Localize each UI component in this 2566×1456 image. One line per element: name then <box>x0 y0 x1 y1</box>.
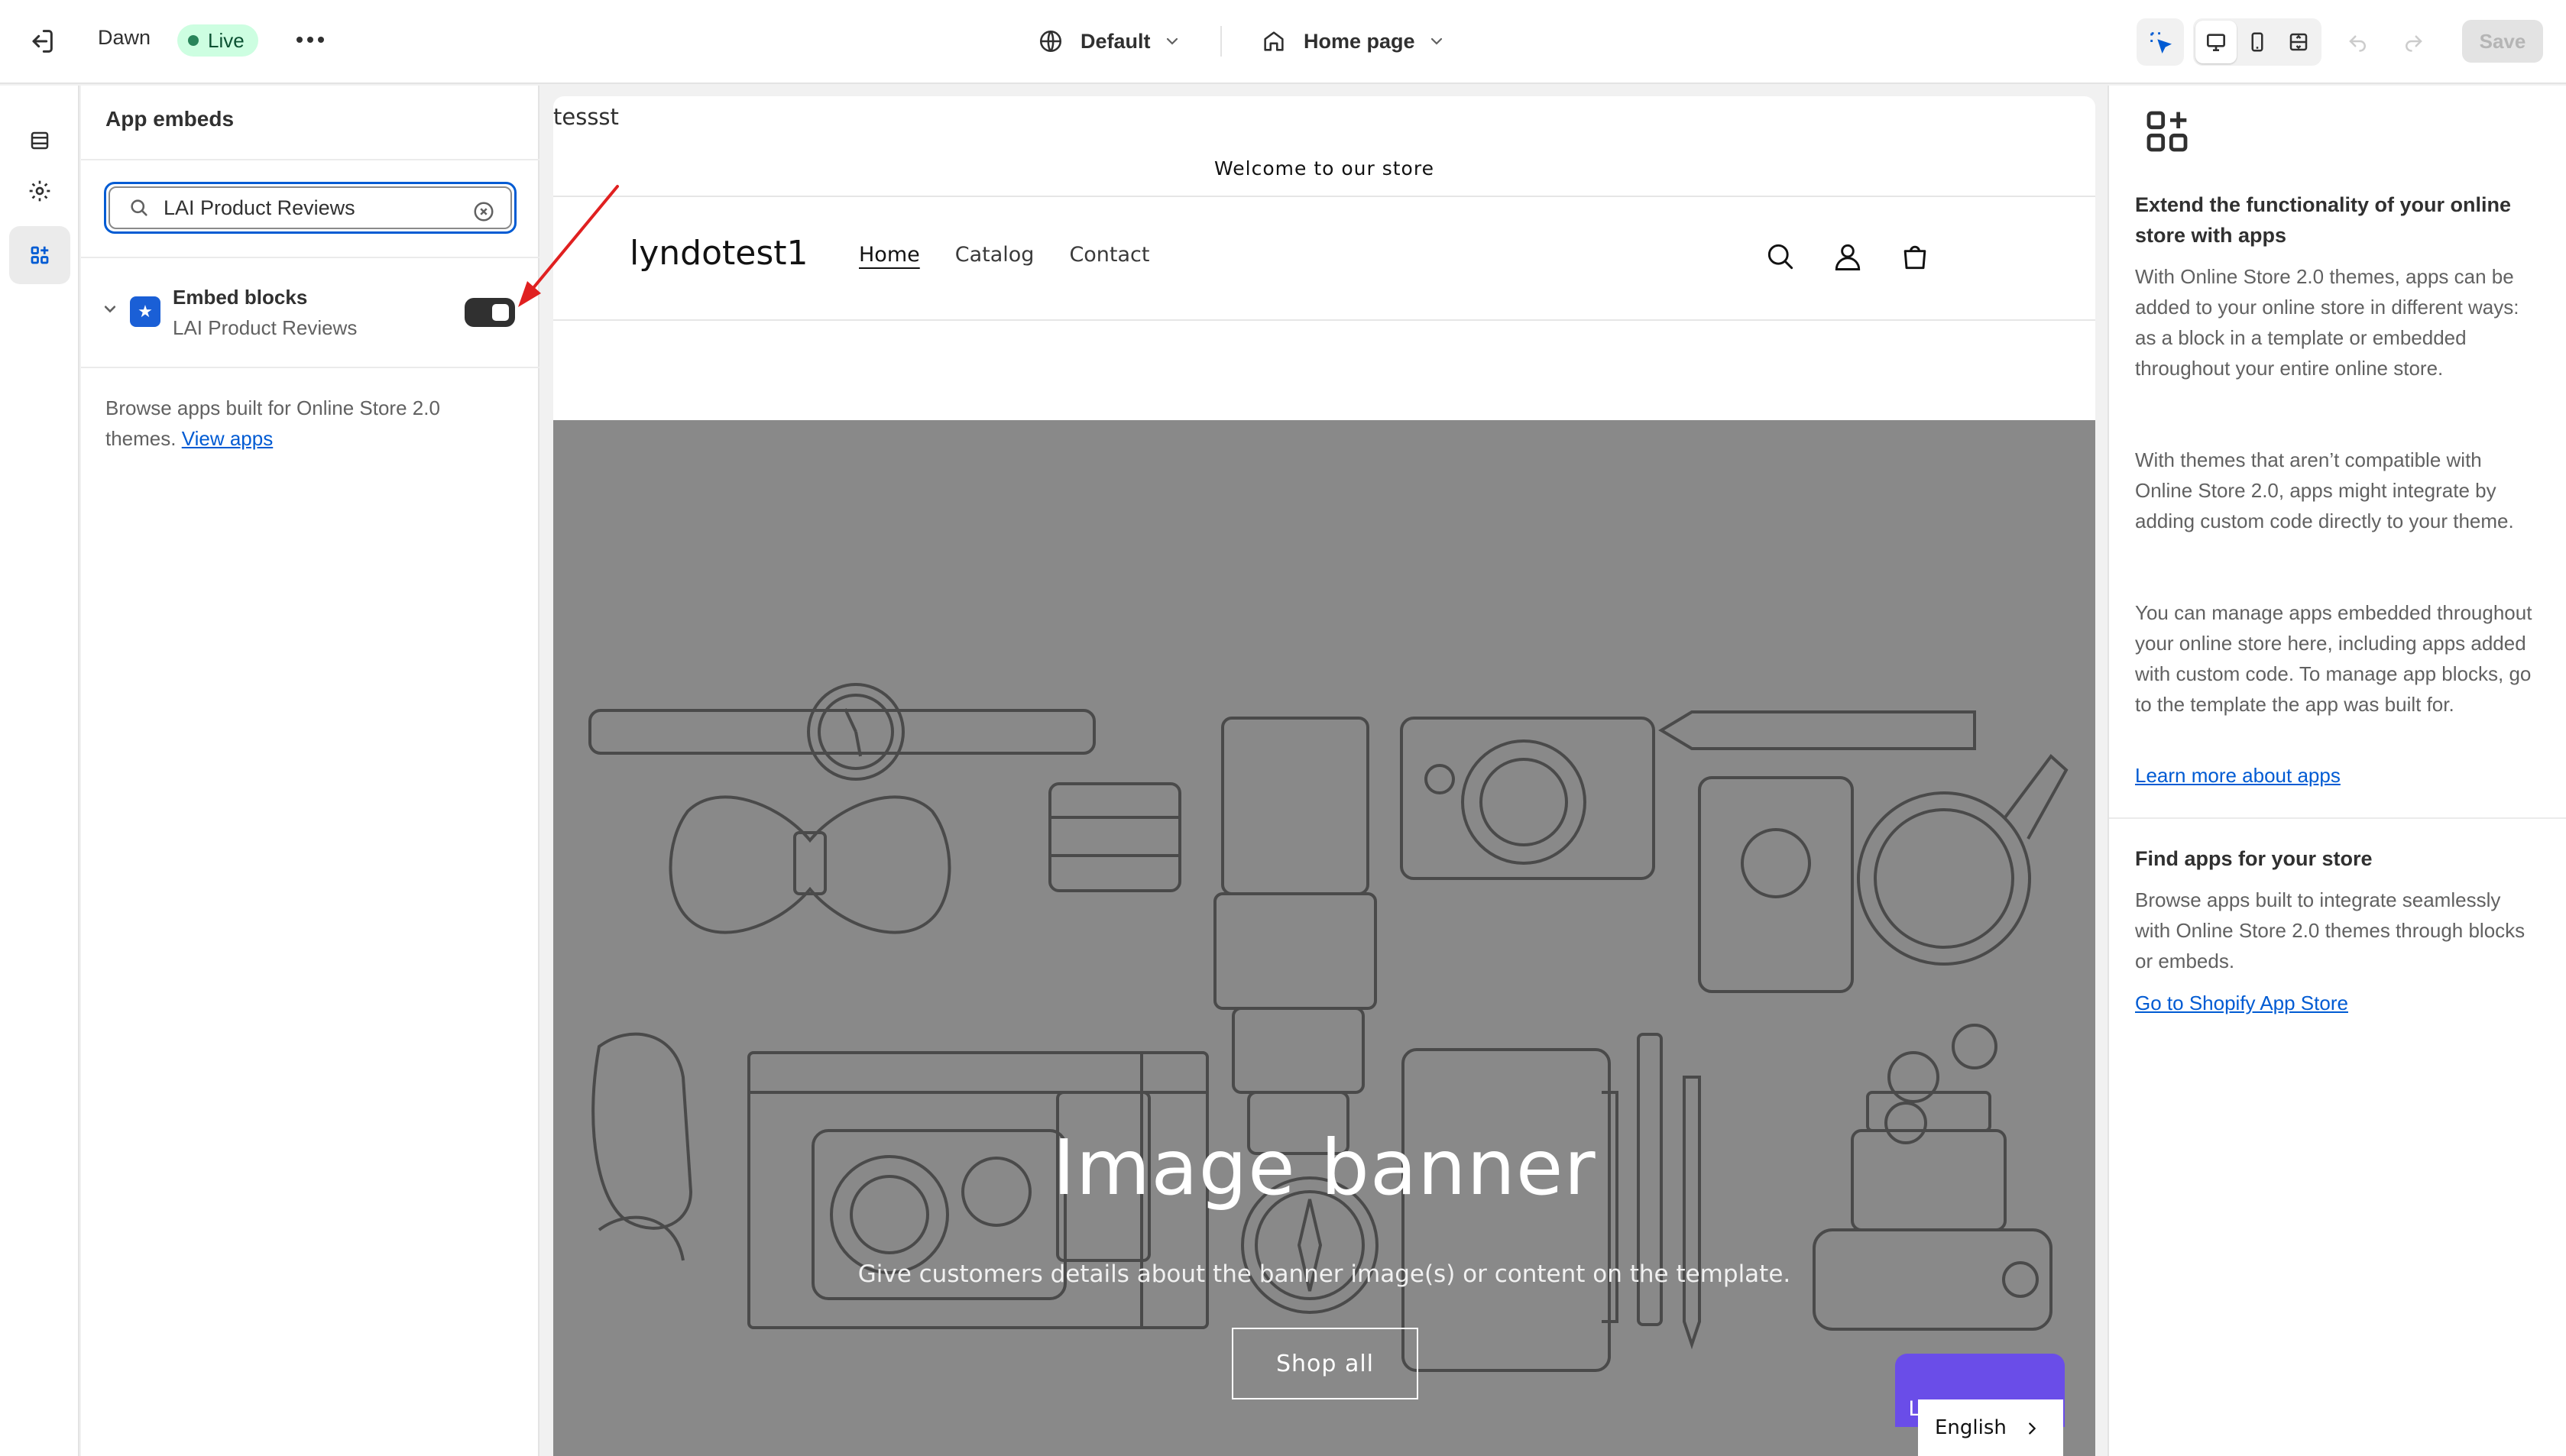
main-nav: Home Catalog Contact <box>859 243 1149 267</box>
search-icon <box>131 199 147 216</box>
status-badge: Live <box>177 24 258 57</box>
chevron-down-icon <box>1430 37 1442 45</box>
apps-icon <box>31 246 49 264</box>
status-badge-label: Live <box>208 28 245 52</box>
inspector-button[interactable] <box>2139 21 2182 63</box>
embed-subtitle: LAI Product Reviews <box>173 316 358 339</box>
view-apps-link[interactable]: View apps <box>182 427 274 450</box>
sections-icon <box>31 131 49 150</box>
user-icon <box>1835 244 1861 270</box>
home-icon <box>1264 31 1284 51</box>
embed-title: Embed blocks <box>173 286 308 309</box>
globe-icon <box>1039 30 1062 53</box>
cart-icon <box>1903 245 1926 270</box>
desktop-view-button[interactable] <box>2195 21 2237 63</box>
live-dot-icon <box>188 35 199 46</box>
mobile-view-button[interactable] <box>2237 21 2278 63</box>
viewport-toggle-group <box>2193 18 2321 66</box>
sidebar-rail <box>0 86 79 1456</box>
divider <box>81 367 539 368</box>
embed-row: ★ Embed blocks LAI Product Reviews <box>81 258 539 365</box>
language-label: English <box>1935 1416 2007 1439</box>
ellipsis-icon <box>296 37 303 43</box>
expand-icon <box>2289 33 2308 51</box>
divider <box>81 159 539 160</box>
toggle-knob <box>492 304 509 321</box>
undo-icon <box>2349 35 2366 52</box>
nav-catalog[interactable]: Catalog <box>955 243 1035 267</box>
divider <box>2109 817 2566 819</box>
select-pointer-icon <box>2150 32 2172 54</box>
search-icon <box>1767 244 1793 270</box>
redo-button[interactable] <box>2396 24 2430 58</box>
shop-all-button[interactable]: Shop all <box>1232 1328 1418 1399</box>
app-info-panel: Extend the functionality of your online … <box>2108 86 2566 1456</box>
announcement-text: Welcome to our store <box>1214 157 1434 180</box>
banner-title: Image banner <box>1052 1123 1596 1212</box>
info-paragraph: With Online Store 2.0 themes, apps can b… <box>2135 265 2519 380</box>
undo-button[interactable] <box>2341 24 2375 58</box>
find-apps-heading: Find apps for your store <box>2135 847 2373 870</box>
image-banner: Image banner Give customers details abou… <box>553 420 2095 1456</box>
language-selector[interactable]: English <box>1918 1399 2063 1456</box>
gear-icon <box>29 180 50 202</box>
search-field <box>104 182 517 234</box>
clear-search-button[interactable] <box>471 199 497 225</box>
store-name: Dawn <box>98 26 151 49</box>
custom-text: tessst <box>553 104 619 130</box>
search-field-inner <box>109 186 512 229</box>
sidebar-item-app-embeds[interactable] <box>9 226 70 284</box>
inspector-toggle-group <box>2137 18 2184 66</box>
account-button[interactable] <box>1828 237 1868 277</box>
desktop-icon <box>2207 34 2225 51</box>
browse-apps-text: Browse apps built for Online Store 2.0 t… <box>105 393 503 454</box>
page-select-label: Home page <box>1304 29 1415 53</box>
close-circle-icon <box>474 202 494 222</box>
info-paragraph: You can manage apps embedded throughout … <box>2135 601 2532 716</box>
store-header: lyndotest1 Home Catalog Contact <box>553 199 2095 321</box>
theme-select-label: Default <box>1081 29 1151 53</box>
cart-button[interactable] <box>1895 237 1935 277</box>
app-store-link[interactable]: Go to Shopify App Store <box>2135 992 2348 1015</box>
store-preview: tessst Welcome to our store lyndotest1 H… <box>553 96 2095 1456</box>
chevron-right-icon <box>2029 1422 2036 1435</box>
nav-contact[interactable]: Contact <box>1069 243 1149 267</box>
sidebar-item-sections[interactable] <box>9 112 70 170</box>
fullscreen-view-button[interactable] <box>2278 21 2319 63</box>
apps-icon <box>2146 111 2188 152</box>
exit-icon <box>32 30 53 53</box>
exit-button[interactable] <box>26 23 63 60</box>
page-select[interactable]: Home page <box>1261 24 1463 58</box>
search-button[interactable] <box>1761 237 1800 277</box>
embed-toggle[interactable] <box>465 298 515 327</box>
info-paragraph: Browse apps built to integrate seamlessl… <box>2135 888 2526 972</box>
banner-subtitle: Give customers details about the banner … <box>857 1260 1791 1288</box>
redo-icon <box>2406 35 2422 52</box>
app-logo-icon: ★ <box>130 296 160 327</box>
chevron-down-icon <box>104 306 116 313</box>
sidebar-item-theme-settings[interactable] <box>9 162 70 220</box>
store-logo[interactable]: lyndotest1 <box>630 234 808 273</box>
panel-title: App embeds <box>105 107 235 131</box>
mobile-icon <box>2251 32 2263 52</box>
theme-select[interactable]: Default <box>1038 24 1198 58</box>
collapse-button[interactable] <box>99 298 121 323</box>
app-embeds-panel: App embeds ★ Embed blocks LAI Product Re… <box>81 86 539 1456</box>
banner-illustration <box>588 683 2069 1372</box>
info-heading: Extend the functionality of your online … <box>2135 193 2512 247</box>
nav-home[interactable]: Home <box>859 243 920 267</box>
more-actions-button[interactable] <box>293 23 327 57</box>
chevron-down-icon <box>1166 37 1178 45</box>
info-paragraph: With themes that aren’t compatible with … <box>2135 448 2514 532</box>
divider <box>1220 26 1222 57</box>
editor-topbar: Dawn Live Default Home page Save <box>0 0 2566 84</box>
announcement-bar: Welcome to our store <box>553 141 2095 197</box>
learn-more-link[interactable]: Learn more about apps <box>2135 764 2341 788</box>
search-input[interactable] <box>164 196 454 220</box>
save-button[interactable]: Save <box>2462 20 2543 63</box>
